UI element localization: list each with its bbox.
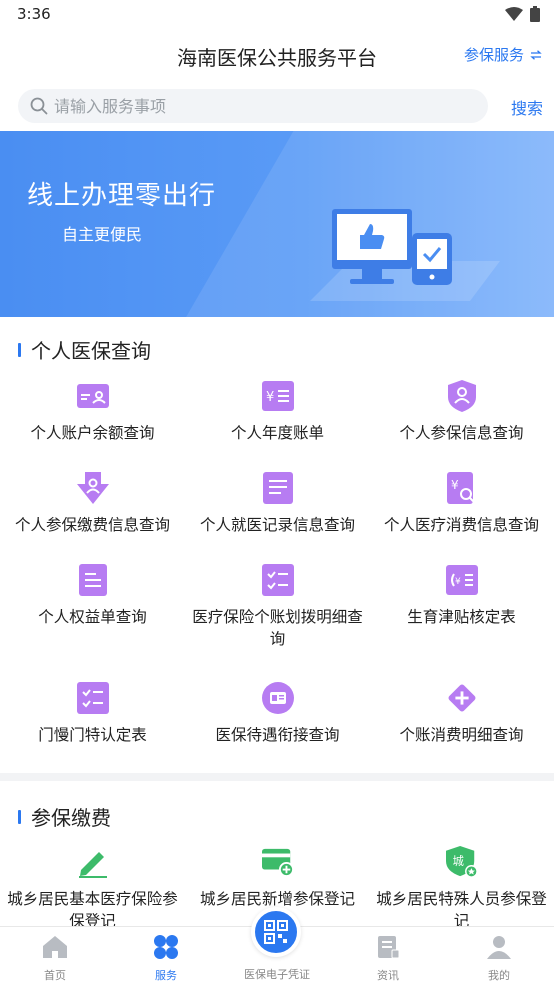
app-header: 海南医保公共服务平台 参保服务 bbox=[0, 36, 554, 76]
section-insurance-title: 参保缴费 bbox=[18, 802, 111, 831]
section-insurance-label: 参保缴费 bbox=[31, 806, 111, 830]
status-time: 3:36 bbox=[17, 5, 51, 23]
services-icon bbox=[154, 935, 178, 959]
profile-icon bbox=[487, 936, 511, 959]
service-switch-label: 参保服务 bbox=[463, 46, 524, 64]
search-box bbox=[18, 89, 488, 123]
news-icon bbox=[378, 936, 400, 959]
yen-bill-icon: ¥ bbox=[261, 380, 294, 412]
service-item[interactable]: 个人就医记录信息查询 bbox=[185, 472, 370, 536]
search-row: 搜索 bbox=[18, 89, 543, 123]
search-input[interactable] bbox=[54, 89, 474, 123]
service-item-label: 医疗保险个账划拨明细查询 bbox=[192, 608, 363, 648]
section-personal-label: 个人医保查询 bbox=[31, 339, 151, 363]
service-item-label: 个人权益单查询 bbox=[38, 608, 147, 626]
card-user-icon bbox=[76, 380, 109, 412]
tab-services[interactable]: 服务 bbox=[111, 927, 221, 986]
service-item-label: 个人年度账单 bbox=[230, 424, 324, 442]
service-item-label: 医保待遇衔接查询 bbox=[215, 726, 340, 744]
card-add-icon bbox=[261, 846, 294, 878]
service-item-label: 个人账户余额查询 bbox=[30, 424, 155, 442]
computer-tablet-illustration bbox=[310, 209, 500, 301]
city-badge-icon: 城 bbox=[445, 846, 478, 878]
allowance-icon: ¥ bbox=[445, 564, 478, 596]
promo-banner[interactable]: 线上办理零出行 自主更便民 bbox=[0, 131, 554, 317]
service-item[interactable]: 医保待遇衔接查询 bbox=[185, 682, 370, 746]
banner-title: 线上办理零出行 bbox=[27, 181, 217, 211]
service-item[interactable]: ¥ 个人年度账单 bbox=[185, 380, 370, 444]
service-item[interactable]: ¥ 生育津贴核定表 bbox=[369, 564, 554, 628]
section-accent-bar bbox=[18, 809, 21, 824]
tab-news[interactable]: 资讯 bbox=[333, 927, 443, 986]
checklist-icon bbox=[76, 682, 109, 714]
wifi-icon bbox=[505, 7, 523, 21]
medical-record-icon bbox=[262, 472, 294, 504]
tab-home[interactable]: 首页 bbox=[0, 927, 110, 986]
svg-text:¥: ¥ bbox=[266, 390, 274, 405]
svg-text:¥: ¥ bbox=[455, 577, 461, 587]
switch-arrows-icon bbox=[530, 49, 542, 60]
battery-icon bbox=[530, 6, 540, 22]
tab-label: 我的 bbox=[488, 969, 510, 982]
service-item[interactable]: 个账消费明细查询 bbox=[369, 682, 554, 746]
service-item[interactable]: 城乡居民基本医疗保险参保登记 bbox=[0, 846, 185, 932]
service-item[interactable]: 医疗保险个账划拨明细查询 bbox=[185, 564, 370, 650]
qr-code-icon bbox=[264, 920, 288, 944]
status-icons bbox=[505, 6, 540, 22]
status-bar: 3:36 bbox=[0, 0, 554, 30]
banner-subtitle: 自主更便民 bbox=[62, 225, 143, 244]
checklist-icon bbox=[261, 564, 294, 596]
yen-search-icon: ¥ bbox=[446, 472, 478, 504]
service-item-label: 个人参保信息查询 bbox=[399, 424, 524, 442]
section-personal-title: 个人医保查询 bbox=[18, 335, 151, 364]
tab-profile[interactable]: 我的 bbox=[444, 927, 554, 986]
service-item[interactable]: 个人参保信息查询 bbox=[369, 380, 554, 444]
section-accent-bar bbox=[18, 342, 21, 357]
shield-user-icon bbox=[446, 380, 478, 412]
download-user-icon bbox=[76, 472, 109, 504]
tab-label: 医保电子凭证 bbox=[244, 968, 310, 981]
service-item[interactable]: 城乡居民新增参保登记 bbox=[185, 846, 370, 910]
service-item[interactable]: 门慢门特认定表 bbox=[0, 682, 185, 746]
plus-diamond-icon bbox=[446, 682, 478, 714]
service-item[interactable]: 个人权益单查询 bbox=[0, 564, 185, 628]
tab-label: 首页 bbox=[44, 969, 66, 982]
section-divider bbox=[0, 773, 554, 781]
search-button[interactable]: 搜索 bbox=[511, 95, 543, 119]
svg-text:¥: ¥ bbox=[451, 478, 459, 492]
service-item-label: 个人医疗消费信息查询 bbox=[383, 516, 539, 534]
id-card-icon bbox=[261, 682, 294, 714]
city-badge-label: 城 bbox=[452, 855, 463, 868]
service-item[interactable]: 个人参保缴费信息查询 bbox=[0, 472, 185, 536]
tab-label: 资讯 bbox=[377, 969, 399, 982]
home-icon bbox=[43, 936, 67, 958]
search-icon bbox=[30, 97, 48, 115]
pencil-icon bbox=[77, 846, 109, 878]
service-item[interactable]: ¥ 个人医疗消费信息查询 bbox=[369, 472, 554, 536]
service-item-label: 生育津贴核定表 bbox=[407, 608, 516, 626]
document-icon bbox=[77, 564, 109, 596]
qr-code-button[interactable] bbox=[251, 907, 301, 957]
service-item-label: 个账消费明细查询 bbox=[399, 726, 524, 744]
service-item-label: 个人参保缴费信息查询 bbox=[14, 516, 170, 534]
service-item[interactable]: 个人账户余额查询 bbox=[0, 380, 185, 444]
service-switch-button[interactable]: 参保服务 bbox=[464, 44, 542, 65]
service-item[interactable]: 城 城乡居民特殊人员参保登记 bbox=[369, 846, 554, 932]
service-item-label: 个人就医记录信息查询 bbox=[199, 516, 355, 534]
tab-label: 服务 bbox=[155, 969, 177, 982]
service-item-label: 门慢门特认定表 bbox=[38, 726, 147, 744]
